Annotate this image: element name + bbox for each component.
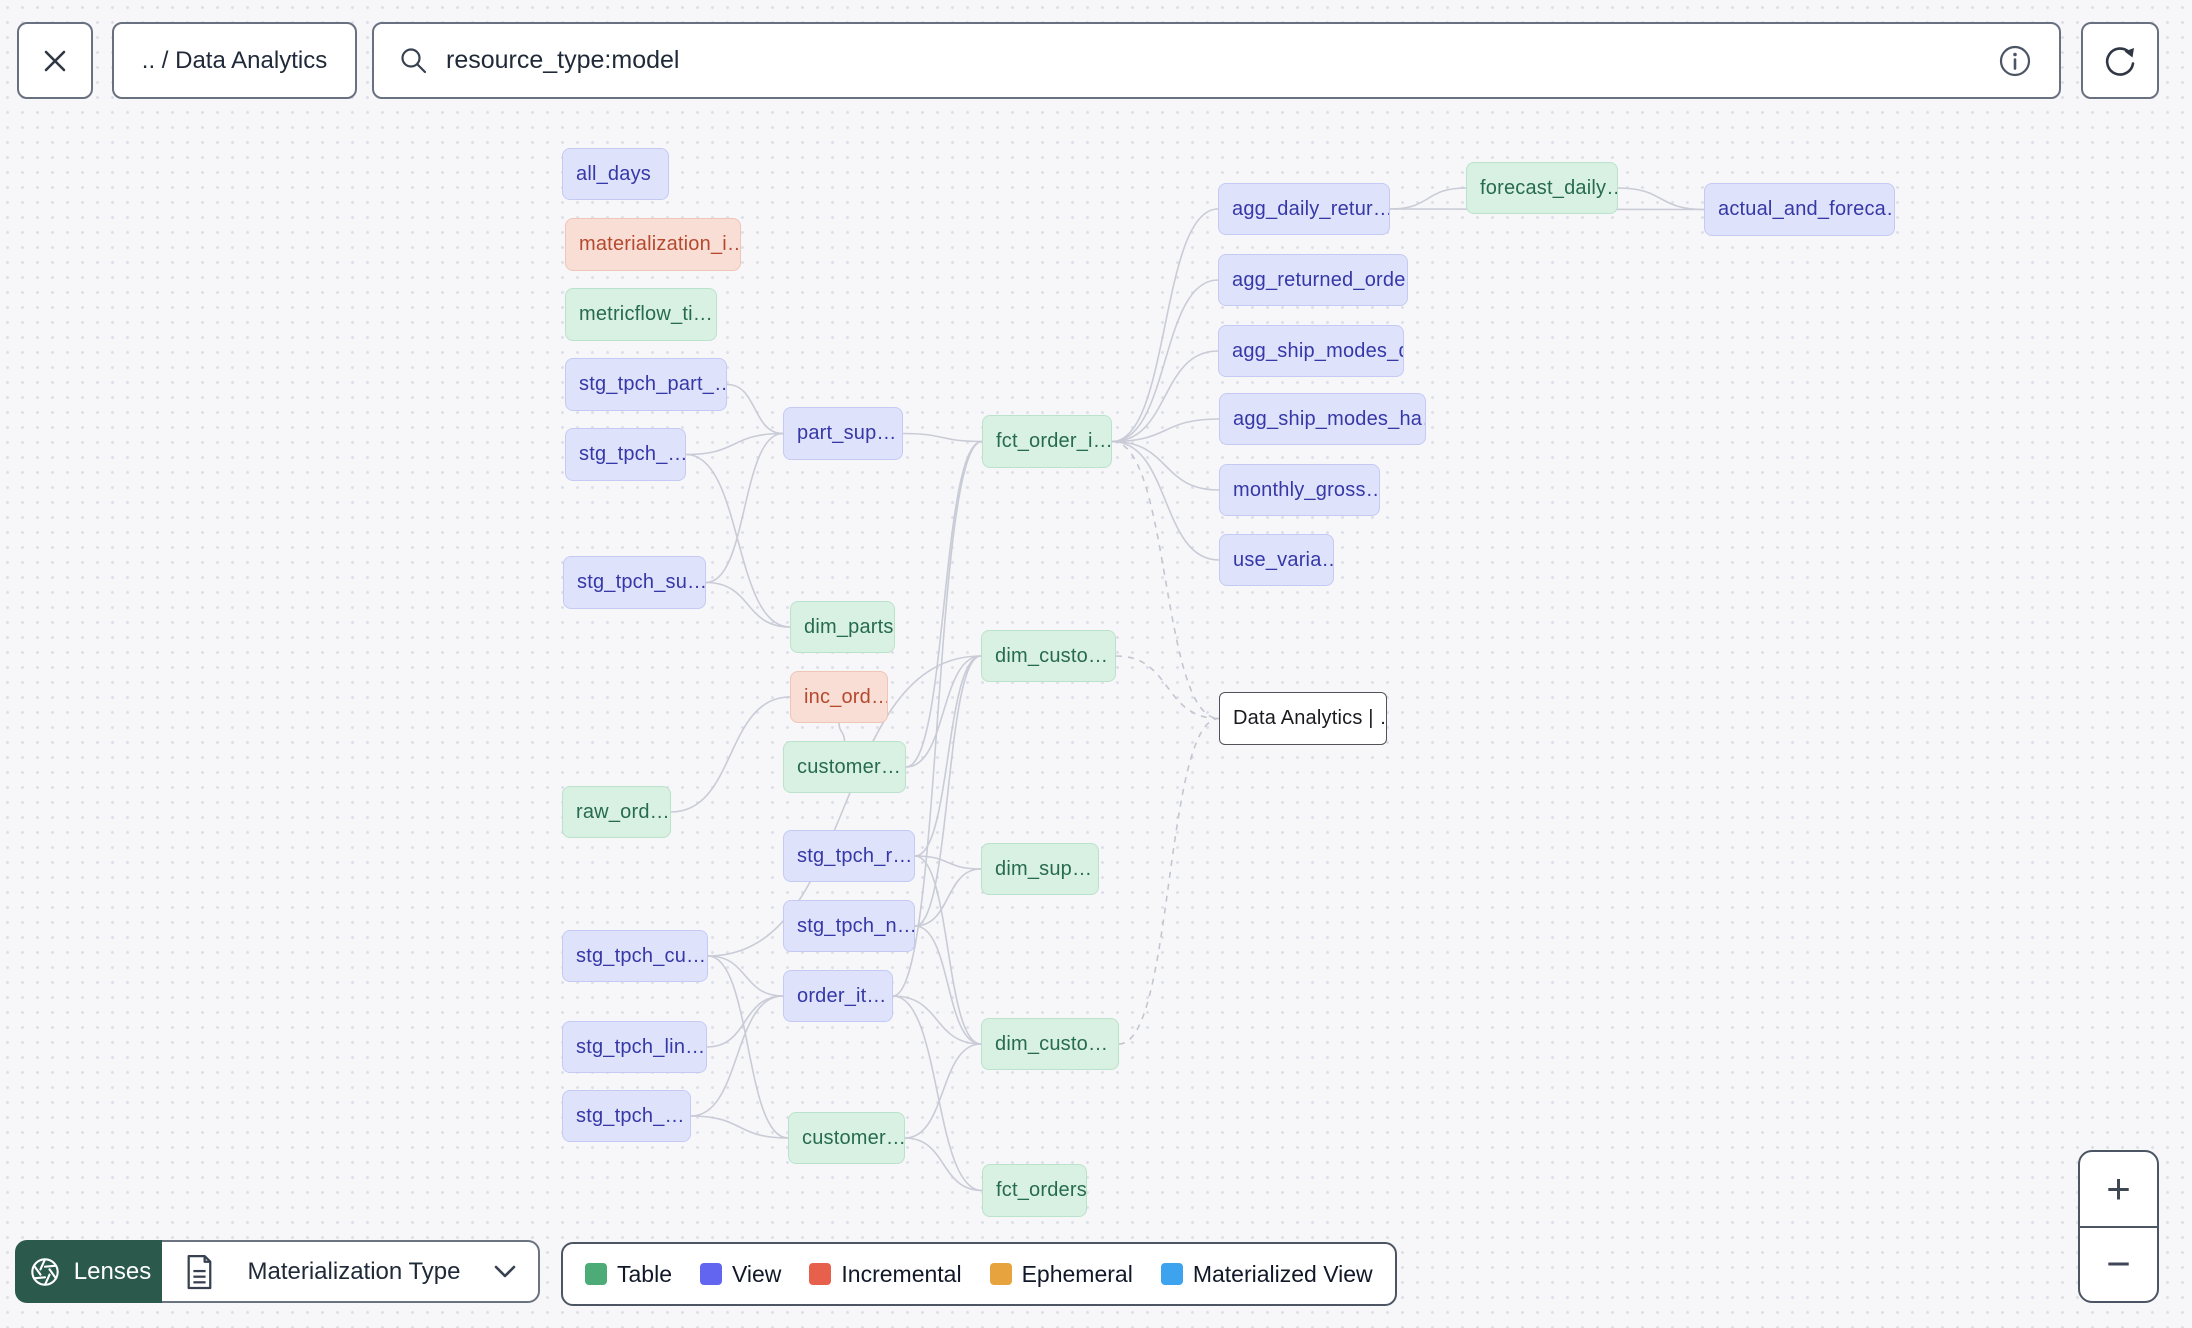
graph-edge (904, 1043, 982, 1139)
graph-node-actual_and_foreca[interactable]: actual_and_foreca… (1704, 183, 1895, 236)
graph-edge (914, 855, 982, 1045)
graph-node-use_varia[interactable]: use_varia… (1219, 534, 1334, 586)
graph-node-forecast_daily[interactable]: forecast_daily… (1466, 162, 1618, 214)
lens-selected-label: Materialization Type (247, 1257, 461, 1285)
graph-edge (1111, 440, 1220, 561)
graph-edge (726, 383, 784, 435)
document-icon (187, 1254, 212, 1289)
graph-edge (1389, 187, 1467, 210)
graph-edge (706, 995, 784, 1048)
graph-node-stg_tpch_cu[interactable]: stg_tpch_cu… (562, 930, 708, 982)
graph-node-raw_ord[interactable]: raw_ord… (562, 786, 671, 838)
graph-edge (1111, 208, 1219, 443)
info-icon[interactable] (1995, 41, 2035, 81)
lenses-button[interactable]: Lenses (15, 1240, 162, 1303)
graph-node-inc_ord[interactable]: inc_ord… (790, 671, 888, 723)
graph-node-part_sup[interactable]: part_sup… (783, 407, 903, 460)
graph-node-materialization_i[interactable]: materialization_i… (565, 218, 741, 271)
graph-node-dim_custo[interactable]: dim_custo… (981, 630, 1116, 682)
legend-swatch (809, 1263, 832, 1285)
graph-node-stg_tpch_r[interactable]: stg_tpch_r… (783, 830, 915, 882)
graph-node-dim_sup[interactable]: dim_sup… (981, 843, 1099, 895)
graph-edge (1111, 350, 1219, 443)
graph-edge (707, 955, 789, 1139)
refresh-icon (2105, 46, 2135, 76)
graph-edge (705, 432, 784, 584)
legend-label: Incremental (841, 1260, 962, 1287)
graph-edge (904, 1137, 983, 1192)
legend-item: Ephemeral (989, 1260, 1133, 1288)
zoom-out-button[interactable]: − (2080, 1228, 2157, 1302)
graph-node-customer[interactable]: customer… (783, 741, 906, 793)
graph-node-dim_custo_2[interactable]: dim_custo… (981, 1018, 1119, 1070)
graph-node-agg_daily_retur[interactable]: agg_daily_retur… (1218, 183, 1390, 235)
search-icon (401, 47, 427, 73)
graph-edge (914, 925, 982, 1045)
graph-edge (838, 722, 846, 742)
legend-swatch (989, 1263, 1012, 1285)
graph-node-fct_order_i[interactable]: fct_order_i… (982, 415, 1112, 468)
graph-node-agg_ship_modes_d[interactable]: agg_ship_modes_d… (1218, 325, 1404, 377)
lenses-label: Lenses (73, 1257, 152, 1285)
legend-swatch (1160, 1263, 1183, 1285)
zoom-control[interactable]: + − (2078, 1150, 2159, 1303)
graph-edge (892, 995, 983, 1192)
legend-swatch (585, 1263, 607, 1285)
graph-edge (685, 432, 784, 456)
graph-edge (670, 696, 791, 813)
graph-node-dim_parts[interactable]: dim_parts (790, 601, 895, 653)
graph-node-order_it[interactable]: order_it… (783, 970, 893, 1022)
graph-node-stg_tpch_n[interactable]: stg_tpch_n… (783, 900, 915, 952)
chevron-down-icon (494, 1265, 516, 1277)
graph-node-agg_ship_modes_ha[interactable]: agg_ship_modes_ha… (1219, 393, 1426, 445)
graph-node-metricflow_ti[interactable]: metricflow_ti… (565, 288, 717, 341)
legend-label: Ephemeral (1021, 1260, 1133, 1287)
graph-node-stg_tpch_part[interactable]: stg_tpch_part_… (565, 358, 727, 411)
close-button[interactable] (17, 22, 93, 99)
graph-node-all_days[interactable]: all_days (562, 148, 669, 200)
graph-node-stg_tpch_2[interactable]: stg_tpch_… (562, 1090, 691, 1142)
refresh-button[interactable] (2081, 22, 2159, 99)
legend-label: View (731, 1260, 782, 1287)
graph-edge (1617, 187, 1705, 211)
graph-node-stg_tpch_5[interactable]: stg_tpch_… (565, 428, 686, 481)
legend-item: View (699, 1260, 782, 1288)
graph-node-agg_returned_orde[interactable]: agg_returned_orde… (1218, 254, 1408, 306)
legend-item: Materialized View (1160, 1260, 1373, 1288)
graph-edge (1111, 440, 1220, 720)
search-input[interactable] (444, 45, 1981, 76)
zoom-in-button[interactable]: + (2080, 1152, 2157, 1228)
graph-node-data_analytics[interactable]: Data Analytics | … (1219, 692, 1387, 745)
graph-node-customer_2[interactable]: customer… (788, 1112, 905, 1164)
search-bar[interactable] (372, 22, 2061, 99)
legend-label: Materialized View (1192, 1260, 1373, 1287)
graph-node-stg_tpch_su[interactable]: stg_tpch_su… (563, 556, 706, 609)
graph-edge (902, 432, 983, 443)
graph-edge (1111, 279, 1219, 443)
graph-node-stg_tpch_lin[interactable]: stg_tpch_lin… (562, 1021, 707, 1073)
graph-edge (905, 655, 982, 768)
graph-edge (905, 440, 983, 768)
breadcrumb[interactable]: .. / Data Analytics (112, 22, 357, 99)
graph-node-monthly_gross[interactable]: monthly_gross… (1219, 464, 1380, 516)
legend-item: Incremental (809, 1260, 962, 1288)
graph-node-fct_orders[interactable]: fct_orders (982, 1164, 1087, 1217)
materialization-legend: Table View Incremental Ephemeral Materialize… (561, 1242, 1397, 1306)
graph-edge (707, 955, 784, 997)
graph-edge (1118, 717, 1220, 1045)
legend-swatch (699, 1263, 722, 1285)
breadcrumb-label: .. / Data Analytics (141, 46, 328, 74)
legend-item: Table (585, 1261, 672, 1288)
graph-edge (705, 581, 791, 628)
aperture-icon (31, 1257, 59, 1286)
lineage-canvas[interactable]: all_days materialization_i… metricflow_ti…… (0, 0, 2192, 1328)
graph-edge (690, 1115, 789, 1139)
legend-label: Table (617, 1260, 672, 1287)
lens-selector[interactable]: Materialization Type (162, 1240, 540, 1303)
graph-edge (1115, 655, 1220, 720)
lenses-control[interactable]: Lenses Materialization Type (15, 1240, 540, 1303)
close-icon (44, 50, 66, 71)
